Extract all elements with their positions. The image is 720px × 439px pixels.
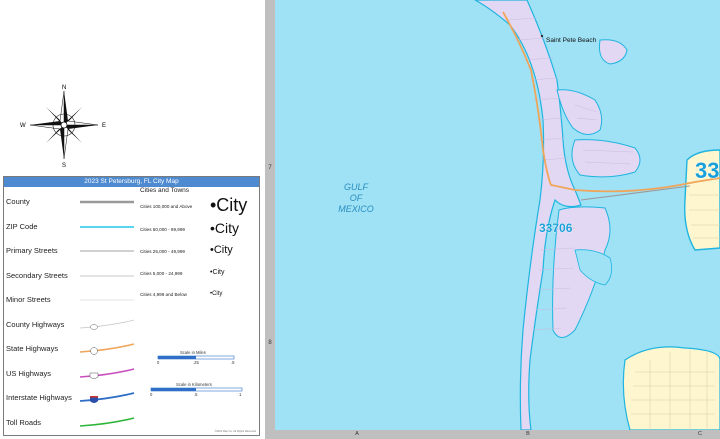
compass-e-label: E <box>102 123 106 129</box>
mainland-south <box>622 346 720 430</box>
primary-street-sample <box>80 250 134 252</box>
minor-street-sample <box>80 299 134 301</box>
water-label-line-2: OF <box>350 193 363 203</box>
toll-road-sample <box>80 417 135 427</box>
legend-row-interstate: Interstate Highways <box>6 390 136 406</box>
water-label-line-3: MEXICO <box>338 204 374 214</box>
water-label-line-1: GULF <box>344 182 369 192</box>
legend-row-county: County <box>6 194 136 210</box>
county-line-sample <box>80 200 134 204</box>
state-highway-sample <box>80 343 135 355</box>
zip-label-33706: 33706 <box>539 221 573 235</box>
compass-w-label: W <box>20 123 26 129</box>
secondary-street-sample <box>80 275 134 277</box>
map-frame: GULF OF MEXICO Saint Pete Beach 33706 33… <box>265 0 720 439</box>
compass-n-label: N <box>62 85 66 91</box>
compass-s-label: S <box>62 163 66 168</box>
legend-row-state-hwy: State Highways <box>6 341 136 357</box>
legend-panel: N S E W 2023 St Petersburg, FL City Map … <box>0 0 265 439</box>
svg-text:0: 0 <box>157 360 160 365</box>
map-canvas[interactable]: GULF OF MEXICO Saint Pete Beach 33706 33 <box>275 0 720 430</box>
legend-row-toll: Toll Roads <box>6 415 136 431</box>
grid-col-a: A <box>355 431 359 437</box>
legend-row-minor: Minor Streets <box>6 292 136 308</box>
svg-text:0: 0 <box>150 392 153 397</box>
city-class-5: Cities 4,999 and Below •City <box>140 291 223 297</box>
legend-title: 2023 St Petersburg, FL City Map <box>4 177 259 187</box>
map-credit: ©2023 Map Co. All Rights Reserved <box>214 430 256 433</box>
grid-col-c: C <box>698 431 702 437</box>
svg-text:Scale in Kilometers: Scale in Kilometers <box>176 382 212 387</box>
legend-row-secondary: Secondary Streets <box>6 268 136 284</box>
compass-rose-icon: N S E W <box>20 85 106 168</box>
map-legend: 2023 St Petersburg, FL City Map County Z… <box>3 176 260 436</box>
legend-row-zip: ZIP Code <box>6 219 136 235</box>
us-highway-sample <box>80 368 135 379</box>
interstate-sample <box>80 392 135 403</box>
zip-line-sample <box>80 226 134 228</box>
city-class-1: Cities 100,000 and Above •City <box>140 195 248 215</box>
svg-text:.5: .5 <box>231 360 235 365</box>
zip-label-33: 33 <box>695 158 719 183</box>
place-label[interactable]: Saint Pete Beach <box>546 37 597 44</box>
grid-row-8: 8 <box>268 340 272 346</box>
place-marker <box>540 34 544 38</box>
legend-row-primary: Primary Streets <box>6 243 136 259</box>
svg-text:.5: .5 <box>194 392 198 397</box>
legend-row-county-hwy: County Highways <box>6 317 136 333</box>
svg-text:1: 1 <box>239 392 242 397</box>
grid-row-7: 7 <box>268 165 272 171</box>
svg-text:.25: .25 <box>193 360 199 365</box>
legend-row-us-hwy: US Highways <box>6 366 136 382</box>
county-highway-sample <box>80 319 135 330</box>
city-class-4: Cities 5,000 - 24,999 •City <box>140 269 225 276</box>
svg-text:Scale in Miles: Scale in Miles <box>180 350 206 355</box>
cities-heading: Cities and Towns <box>140 187 190 194</box>
scale-bar-km: Scale in Kilometers 0 .5 1 <box>150 382 243 397</box>
city-class-3: Cities 25,000 - 49,999 •City <box>140 244 233 256</box>
grid-col-b: B <box>526 431 530 437</box>
scale-bar-miles: Scale in Miles 0 .25 .5 <box>157 350 235 365</box>
city-class-2: Cities 50,000 - 99,999 •City <box>140 220 240 236</box>
